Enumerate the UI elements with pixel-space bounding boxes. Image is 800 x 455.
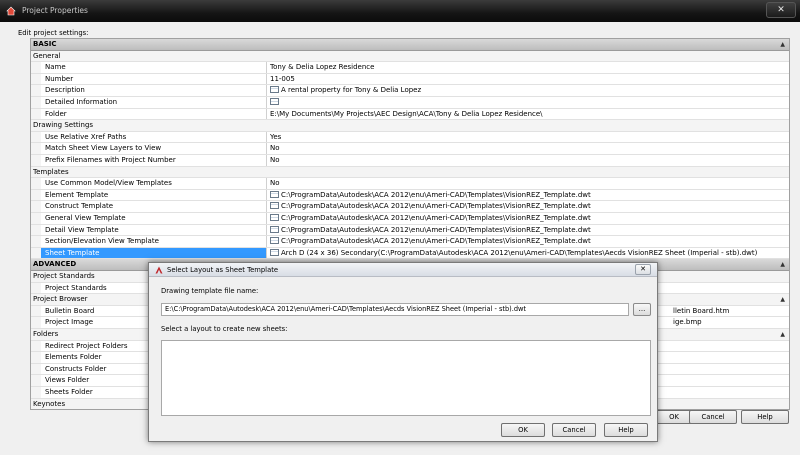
property-name: Name — [41, 62, 267, 73]
property-value: A rental property for Tony & Delia Lopez — [281, 86, 422, 95]
collapse-icon[interactable]: ▲ — [780, 296, 785, 303]
layout-list[interactable] — [161, 340, 651, 416]
edit-dialog-icon[interactable] — [270, 237, 279, 245]
property-value[interactable]: No — [268, 143, 789, 154]
property-name: Number — [41, 73, 267, 85]
window-close-button[interactable]: ✕ — [766, 2, 796, 18]
cancel-button[interactable]: Cancel — [689, 410, 737, 424]
collapse-icon[interactable]: ▲ — [780, 331, 785, 338]
property-value: C:\ProgramData\Autodesk\ACA 2012\enu\Ame… — [281, 190, 591, 199]
edit-dialog-icon[interactable] — [270, 86, 279, 94]
property-name: Folder — [41, 108, 267, 120]
section-label: General — [33, 51, 61, 60]
autocad-app-icon — [155, 266, 163, 274]
template-file-input[interactable]: E:\C:\ProgramData\Autodesk\ACA 2012\enu\… — [161, 303, 629, 316]
property-name: Prefix Filenames with Project Number — [41, 155, 267, 166]
property-value[interactable]: lletin Board.htm — [671, 306, 789, 317]
category-basic[interactable]: BASIC ▲ — [31, 39, 789, 51]
property-value: Arch D (24 x 36) Secondary(C:\ProgramDat… — [281, 248, 758, 257]
section-general[interactable]: General — [31, 50, 789, 63]
property-value-cell[interactable]: C:\ProgramData\Autodesk\ACA 2012\enu\Ame… — [268, 201, 789, 212]
browse-button[interactable]: ... — [633, 303, 651, 316]
property-row[interactable]: General View Template C:\ProgramData\Aut… — [31, 213, 789, 225]
property-value[interactable]: Yes — [268, 132, 789, 143]
property-row[interactable]: Element Template C:\ProgramData\Autodesk… — [31, 189, 789, 202]
dialog-title: Select Layout as Sheet Template — [167, 266, 279, 274]
property-name: Detail View Template — [41, 224, 267, 236]
property-value: C:\ProgramData\Autodesk\ACA 2012\enu\Ame… — [281, 237, 591, 246]
section-label: Drawing Settings — [33, 121, 94, 130]
property-value[interactable]: Tony & Delia Lopez Residence — [268, 62, 789, 73]
property-value: C:\ProgramData\Autodesk\ACA 2012\enu\Ame… — [281, 225, 591, 234]
edit-dialog-icon[interactable] — [270, 202, 279, 210]
section-label: Templates — [33, 167, 69, 176]
property-name: Detailed Information — [41, 97, 267, 108]
dialog-help-button[interactable]: Help — [604, 423, 648, 437]
property-name: Sheet Template — [41, 247, 267, 259]
house-icon — [6, 6, 16, 16]
edit-dialog-icon[interactable] — [270, 98, 279, 105]
layout-list-label: Select a layout to create new sheets: — [161, 325, 288, 333]
template-file-label: Drawing template file name: — [161, 287, 259, 295]
property-name: Use Relative Xref Paths — [41, 131, 267, 143]
property-value-cell[interactable]: C:\ProgramData\Autodesk\ACA 2012\enu\Ame… — [268, 190, 789, 201]
edit-settings-label: Edit project settings: — [18, 29, 89, 37]
property-value[interactable]: E:\My Documents\My Projects\AEC Design\A… — [268, 109, 789, 120]
window-title: Project Properties — [22, 6, 88, 15]
edit-dialog-icon[interactable] — [270, 190, 279, 198]
collapse-icon[interactable]: ▲ — [780, 41, 785, 48]
property-value-cell[interactable]: C:\ProgramData\Autodesk\ACA 2012\enu\Ame… — [268, 236, 789, 247]
edit-dialog-icon[interactable] — [270, 248, 279, 256]
help-button[interactable]: Help — [741, 410, 789, 424]
title-bar[interactable]: Project Properties ✕ — [0, 0, 800, 22]
property-row[interactable]: Folder E:\My Documents\My Projects\AEC D… — [31, 108, 789, 121]
collapse-icon[interactable]: ▲ — [780, 261, 785, 268]
property-row[interactable]: Match Sheet View Layers to View No — [31, 143, 789, 155]
dialog-close-button[interactable]: ✕ — [635, 264, 651, 275]
property-value-cell[interactable] — [268, 97, 789, 108]
property-value-cell[interactable]: A rental property for Tony & Delia Lopez — [268, 85, 789, 96]
property-name: Element Template — [41, 189, 267, 201]
property-row[interactable]: Detail View Template C:\ProgramData\Auto… — [31, 224, 789, 237]
property-row[interactable]: Description A rental property for Tony &… — [31, 85, 789, 97]
property-row[interactable]: Name Tony & Delia Lopez Residence — [31, 62, 789, 74]
property-name: Construct Template — [41, 201, 267, 212]
property-row[interactable]: Detailed Information — [31, 97, 789, 109]
category-label: BASIC — [33, 40, 57, 48]
property-row[interactable]: Use Relative Xref Paths Yes — [31, 131, 789, 144]
edit-dialog-icon[interactable] — [270, 214, 279, 221]
property-value-cell[interactable]: Arch D (24 x 36) Secondary(C:\ProgramDat… — [268, 248, 789, 259]
dialog-title-bar[interactable]: Select Layout as Sheet Template ✕ — [149, 263, 657, 277]
property-name: Use Common Model/View Templates — [41, 178, 267, 189]
edit-dialog-icon[interactable] — [270, 225, 279, 233]
property-row[interactable]: Prefix Filenames with Project Number No — [31, 155, 789, 167]
property-value[interactable]: ige.bmp — [671, 317, 789, 328]
property-name: Section/Elevation View Template — [41, 236, 267, 247]
property-name: Description — [41, 85, 267, 96]
property-value: C:\ProgramData\Autodesk\ACA 2012\enu\Ame… — [281, 202, 591, 211]
property-row[interactable]: Construct Template C:\ProgramData\Autode… — [31, 201, 789, 213]
property-name: General View Template — [41, 213, 267, 224]
property-value[interactable]: No — [268, 155, 789, 166]
property-value[interactable]: No — [268, 178, 789, 189]
section-drawing-settings[interactable]: Drawing Settings — [31, 120, 789, 132]
property-value[interactable]: 11-005 — [268, 74, 789, 85]
property-row[interactable]: Section/Elevation View Template C:\Progr… — [31, 236, 789, 248]
select-layout-dialog: Select Layout as Sheet Template ✕ Drawin… — [148, 262, 658, 442]
property-row[interactable]: Number 11-005 — [31, 73, 789, 86]
property-row[interactable]: Use Common Model/View Templates No — [31, 178, 789, 190]
dialog-ok-button[interactable]: OK — [501, 423, 545, 437]
property-row-selected[interactable]: Sheet Template Arch D (24 x 36) Secondar… — [31, 247, 789, 260]
section-templates[interactable]: Templates — [31, 166, 789, 179]
property-value: C:\ProgramData\Autodesk\ACA 2012\enu\Ame… — [281, 214, 591, 222]
property-name: Match Sheet View Layers to View — [41, 143, 267, 154]
property-value-cell[interactable]: C:\ProgramData\Autodesk\ACA 2012\enu\Ame… — [268, 213, 789, 224]
property-value-cell[interactable]: C:\ProgramData\Autodesk\ACA 2012\enu\Ame… — [268, 225, 789, 236]
dialog-cancel-button[interactable]: Cancel — [552, 423, 596, 437]
